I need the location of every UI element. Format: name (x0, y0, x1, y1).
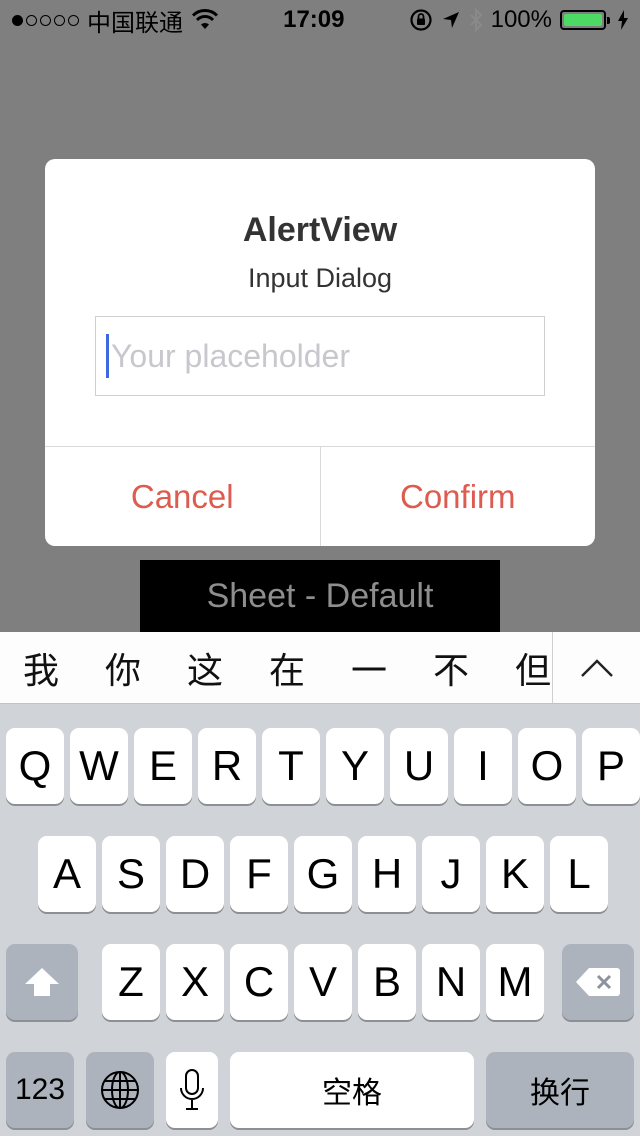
key-b[interactable]: B (358, 944, 416, 1020)
candidate-word[interactable]: 在 (246, 632, 328, 703)
numbers-key[interactable]: 123 (6, 1052, 74, 1128)
globe-key[interactable] (86, 1052, 154, 1128)
key-k[interactable]: K (486, 836, 544, 912)
delete-key[interactable] (562, 944, 634, 1020)
candidate-word[interactable]: 不 (410, 632, 492, 703)
key-v[interactable]: V (294, 944, 352, 1020)
key-c[interactable]: C (230, 944, 288, 1020)
key-s[interactable]: S (102, 836, 160, 912)
candidate-word[interactable]: 这 (164, 632, 246, 703)
space-key[interactable]: 空格 (230, 1052, 474, 1128)
status-left: 中国联通 (12, 3, 219, 38)
alert-dialog: AlertView Input Dialog Your placeholder … (45, 159, 595, 546)
key-e[interactable]: E (134, 728, 192, 804)
shift-arrow-icon (25, 968, 59, 996)
key-z[interactable]: Z (102, 944, 160, 1020)
charging-bolt-icon (618, 10, 628, 30)
return-key[interactable]: 换行 (486, 1052, 634, 1128)
space-key-label: 空格 (322, 1077, 382, 1110)
candidate-word[interactable]: 你 (82, 632, 164, 703)
cancel-button[interactable]: Cancel (45, 447, 320, 546)
alert-message: Input Dialog (247, 263, 393, 293)
key-i[interactable]: I (454, 728, 512, 804)
battery-level (564, 14, 602, 26)
backspace-icon (576, 968, 620, 996)
orientation-lock-icon (410, 9, 432, 31)
wifi-icon (191, 9, 219, 29)
text-cursor (106, 334, 109, 378)
sheet-default-label: Sheet - Default (206, 576, 434, 615)
key-m[interactable]: M (486, 944, 544, 1020)
signal-strength-icon (12, 14, 79, 26)
shift-key[interactable] (6, 944, 78, 1020)
key-r[interactable]: R (198, 728, 256, 804)
key-n[interactable]: N (422, 944, 480, 1020)
globe-icon (101, 1071, 139, 1109)
key-q[interactable]: Q (6, 728, 64, 804)
location-arrow-icon (442, 12, 459, 28)
key-d[interactable]: D (166, 836, 224, 912)
key-a[interactable]: A (38, 836, 96, 912)
input-placeholder: Your placeholder (111, 337, 350, 374)
key-u[interactable]: U (390, 728, 448, 804)
numbers-key-label: 123 (14, 1073, 66, 1106)
key-h[interactable]: H (358, 836, 416, 912)
key-t[interactable]: T (262, 728, 320, 804)
key-y[interactable]: Y (326, 728, 384, 804)
battery-icon (560, 10, 610, 30)
confirm-button[interactable]: Confirm (319, 447, 596, 546)
alert-actions: Cancel Confirm (45, 446, 595, 546)
key-w[interactable]: W (70, 728, 128, 804)
key-g[interactable]: G (294, 836, 352, 912)
candidate-word[interactable]: 一 (328, 632, 410, 703)
microphone-icon (180, 1069, 204, 1110)
battery-percent: 100% (490, 6, 552, 33)
return-key-label: 换行 (530, 1077, 590, 1110)
microphone-key[interactable] (166, 1052, 218, 1128)
key-p[interactable]: P (582, 728, 640, 804)
key-f[interactable]: F (230, 836, 288, 912)
candidate-word[interactable]: 我 (0, 632, 82, 703)
key-o[interactable]: O (518, 728, 576, 804)
candidate-list: 我你这在一不但 (0, 632, 552, 703)
alert-title: AlertView (242, 211, 398, 249)
alert-text-input[interactable]: Your placeholder (95, 316, 545, 396)
keyboard: 123 空格 换行 QWERTYUIOP ASDFGHJKL ZXCVBNM (0, 704, 640, 1136)
key-x[interactable]: X (166, 944, 224, 1020)
carrier-name: 中国联通 (87, 9, 183, 37)
chevron-up-icon (580, 658, 613, 677)
candidate-word[interactable]: 但 (492, 632, 552, 703)
sheet-default-button[interactable]: Sheet - Default (140, 560, 500, 632)
expand-candidates-button[interactable] (552, 632, 640, 703)
bluetooth-icon (469, 8, 483, 32)
key-l[interactable]: L (550, 836, 608, 912)
candidate-bar: 我你这在一不但 (0, 632, 640, 704)
status-time: 17:09 (283, 6, 345, 33)
key-j[interactable]: J (422, 836, 480, 912)
status-bar: 中国联通 17:09 100% (0, 0, 640, 40)
status-right: 100% (409, 6, 628, 34)
